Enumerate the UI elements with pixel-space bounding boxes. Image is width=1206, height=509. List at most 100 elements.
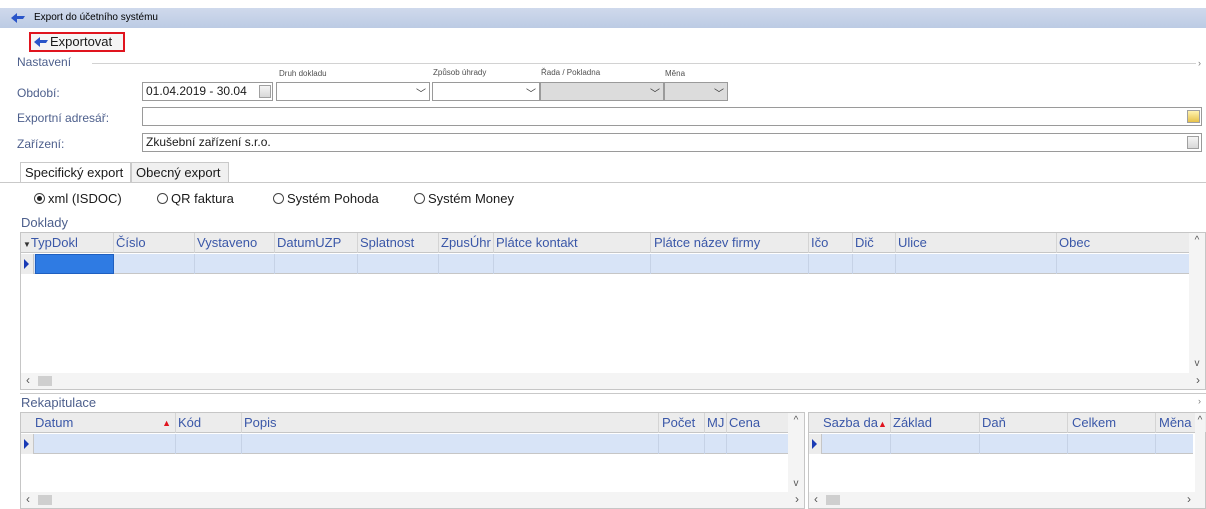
radio-xml-isdoc[interactable]: xml (ISDOC) bbox=[34, 191, 122, 206]
cell[interactable] bbox=[651, 254, 809, 274]
cell[interactable] bbox=[242, 434, 659, 454]
period-picker-icon[interactable] bbox=[259, 85, 271, 98]
zpusob-uhrady-select[interactable]: ﹀ bbox=[432, 82, 540, 101]
tab-specific-export[interactable]: Specifický export bbox=[20, 162, 131, 182]
col-sazba-dane[interactable]: Sazba da▲ bbox=[809, 413, 891, 433]
table-row[interactable] bbox=[21, 434, 789, 454]
tab-label: Obecný export bbox=[136, 165, 221, 180]
cell[interactable] bbox=[176, 434, 242, 454]
scroll-up-icon[interactable]: ^ bbox=[1189, 235, 1205, 246]
cell[interactable] bbox=[659, 434, 705, 454]
cell[interactable] bbox=[1068, 434, 1156, 454]
col-popis[interactable]: Popis bbox=[242, 413, 659, 433]
rada-label: Řada / Pokladna bbox=[541, 68, 601, 77]
scroll-thumb[interactable] bbox=[38, 376, 52, 386]
rada-pokladna-select[interactable]: ﹀ bbox=[540, 82, 664, 101]
doklady-horizontal-scrollbar[interactable]: ‹ › bbox=[21, 373, 1205, 389]
cell[interactable] bbox=[896, 254, 1057, 274]
rekapitulace-items-grid[interactable]: Datum ▲ Kód Popis Počet MJ Cena ^ v ‹ › bbox=[20, 412, 805, 509]
export-dir-label: Exportní adresář: bbox=[17, 111, 110, 125]
cell[interactable] bbox=[823, 434, 891, 454]
arrow-icon bbox=[11, 13, 25, 23]
cell[interactable] bbox=[891, 434, 980, 454]
scroll-left-icon[interactable]: ‹ bbox=[26, 373, 30, 387]
radio-pohoda[interactable]: Systém Pohoda bbox=[273, 191, 379, 206]
current-row-icon bbox=[812, 439, 817, 449]
druh-dokladu-select[interactable]: ﹀ bbox=[276, 82, 430, 101]
col-pocet[interactable]: Počet bbox=[659, 413, 705, 433]
folder-icon[interactable] bbox=[1187, 110, 1200, 123]
cell[interactable] bbox=[809, 254, 853, 274]
doklady-header: ▼TypDokl Číslo Vystaveno DatumUZP Splatn… bbox=[21, 233, 1205, 253]
col-mj[interactable]: MJ bbox=[705, 413, 727, 433]
col-datumuzp[interactable]: DatumUZP bbox=[275, 233, 358, 253]
cell[interactable] bbox=[195, 254, 275, 274]
scroll-thumb[interactable] bbox=[38, 495, 52, 505]
rekap-vat-horizontal-scrollbar[interactable]: ‹ › bbox=[809, 492, 1205, 508]
cell[interactable] bbox=[439, 254, 494, 274]
doklady-vertical-scrollbar[interactable]: ^ v bbox=[1189, 233, 1205, 373]
focused-cell[interactable] bbox=[35, 254, 114, 274]
device-field[interactable]: Zkušební zařízení s.r.o. bbox=[142, 133, 1202, 152]
radio-label: QR faktura bbox=[171, 191, 234, 206]
period-value: 01.04.2019 - 30.04 bbox=[146, 84, 247, 98]
scroll-left-icon[interactable]: ‹ bbox=[26, 492, 30, 506]
rekap-items-vertical-scrollbar[interactable]: ^ v bbox=[788, 413, 804, 493]
rekap-items-horizontal-scrollbar[interactable]: ‹ › bbox=[21, 492, 804, 508]
collapse-settings-icon[interactable]: › bbox=[1198, 58, 1201, 68]
col-vystaveno[interactable]: Vystaveno bbox=[195, 233, 275, 253]
mena-select[interactable]: ﹀ bbox=[664, 82, 728, 101]
cell[interactable] bbox=[35, 434, 176, 454]
col-ico[interactable]: Ičo bbox=[809, 233, 853, 253]
export-button[interactable]: Exportovat bbox=[29, 32, 125, 52]
col-mena[interactable]: Měna bbox=[1156, 413, 1196, 433]
doklady-title: Doklady bbox=[21, 215, 68, 230]
col-typdokl[interactable]: ▼TypDokl bbox=[21, 233, 114, 253]
collapse-rekapitulace-icon[interactable]: › bbox=[1198, 396, 1201, 406]
col-cena[interactable]: Cena bbox=[727, 413, 789, 433]
scroll-right-icon[interactable]: › bbox=[795, 492, 799, 506]
col-dan[interactable]: Daň bbox=[980, 413, 1068, 433]
rekapitulace-vat-grid[interactable]: Sazba da▲ Základ Daň Celkem Měna ^ ‹ › bbox=[808, 412, 1206, 509]
col-zaklad[interactable]: Základ bbox=[891, 413, 980, 433]
scroll-down-icon[interactable]: v bbox=[1189, 358, 1205, 369]
cell[interactable] bbox=[275, 254, 358, 274]
radio-checked-icon bbox=[34, 193, 45, 204]
scroll-left-icon[interactable]: ‹ bbox=[814, 492, 818, 506]
rekap-vat-vertical-scrollbar[interactable]: ^ bbox=[1195, 413, 1205, 493]
col-cislo[interactable]: Číslo bbox=[114, 233, 195, 253]
radio-money[interactable]: Systém Money bbox=[414, 191, 514, 206]
scroll-up-icon[interactable]: ^ bbox=[788, 415, 804, 426]
col-dic[interactable]: Dič bbox=[853, 233, 896, 253]
col-zpusuhr[interactable]: ZpusÚhr bbox=[439, 233, 494, 253]
cell[interactable] bbox=[980, 434, 1068, 454]
col-obec[interactable]: Obec bbox=[1057, 233, 1192, 253]
cell[interactable] bbox=[853, 254, 896, 274]
zpusob-label: Způsob úhrady bbox=[433, 68, 487, 77]
scroll-thumb[interactable] bbox=[826, 495, 840, 505]
col-kod[interactable]: Kód bbox=[176, 413, 242, 433]
cell[interactable] bbox=[705, 434, 727, 454]
period-field[interactable]: 01.04.2019 - 30.04 bbox=[142, 82, 273, 101]
col-datum[interactable]: Datum ▲ bbox=[21, 413, 176, 433]
scroll-up-icon[interactable]: ^ bbox=[1195, 415, 1205, 426]
col-celkem[interactable]: Celkem bbox=[1068, 413, 1156, 433]
cell[interactable] bbox=[494, 254, 651, 274]
scroll-down-icon[interactable]: v bbox=[788, 478, 804, 489]
device-picker-icon[interactable] bbox=[1187, 136, 1199, 149]
scroll-right-icon[interactable]: › bbox=[1187, 492, 1191, 506]
col-ulice[interactable]: Ulice bbox=[896, 233, 1057, 253]
doklady-grid[interactable]: ▼TypDokl Číslo Vystaveno DatumUZP Splatn… bbox=[20, 232, 1206, 390]
col-platce-nazev-firmy[interactable]: Plátce název firmy bbox=[651, 233, 809, 253]
table-row[interactable] bbox=[21, 254, 1191, 274]
col-splatnost[interactable]: Splatnost bbox=[358, 233, 439, 253]
tab-general-export[interactable]: Obecný export bbox=[131, 162, 229, 182]
table-row[interactable] bbox=[809, 434, 1193, 454]
cell[interactable] bbox=[358, 254, 439, 274]
settings-separator bbox=[92, 63, 1196, 64]
cell[interactable] bbox=[114, 254, 195, 274]
radio-qr-faktura[interactable]: QR faktura bbox=[157, 191, 234, 206]
col-platce-kontakt[interactable]: Plátce kontakt bbox=[494, 233, 651, 253]
export-dir-field[interactable] bbox=[142, 107, 1202, 126]
scroll-right-icon[interactable]: › bbox=[1196, 373, 1200, 387]
